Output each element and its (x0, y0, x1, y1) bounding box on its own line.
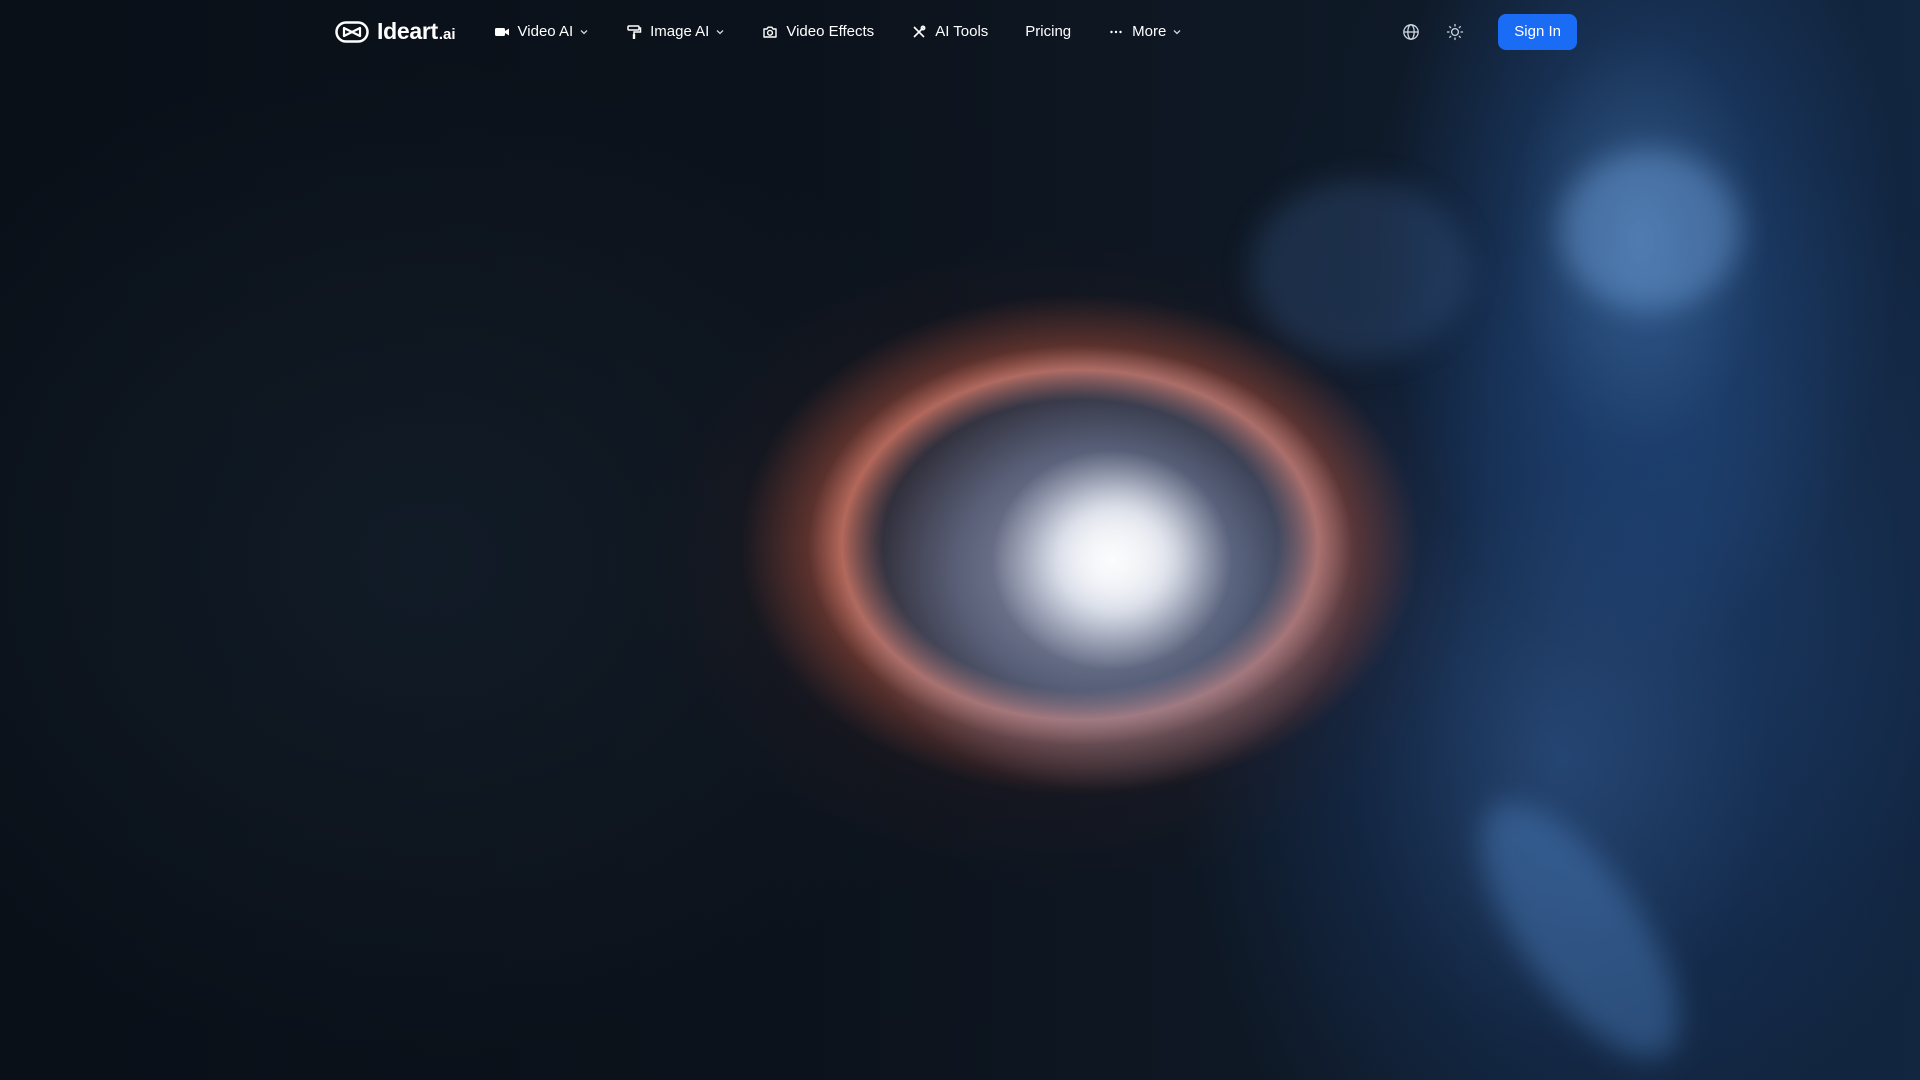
paint-roller-icon (626, 24, 642, 40)
nav-item-more[interactable]: More (1108, 23, 1182, 40)
ellipsis-icon (1108, 24, 1124, 40)
sun-icon[interactable] (1444, 21, 1466, 43)
nav-item-label: Video AI (517, 23, 574, 40)
hero-nebula-haze (1250, 180, 1470, 360)
sign-in-button[interactable]: Sign In (1498, 13, 1577, 50)
top-navbar: Ideart .ai Video AI Image AI Video Effec… (0, 0, 1920, 64)
logo-icon (335, 20, 369, 43)
chevron-down-icon (715, 27, 725, 37)
hero-explosion-core (1060, 500, 1180, 610)
page: Ideart .ai Video AI Image AI Video Effec… (0, 0, 1920, 1080)
hero-nebula-cloud (1560, 150, 1740, 310)
chevron-down-icon (579, 27, 589, 37)
nav-item-video-ai[interactable]: Video AI (494, 23, 590, 40)
nav-item-ai-tools[interactable]: AI Tools (911, 23, 988, 40)
camera-icon (762, 24, 778, 40)
primary-nav: Video AI Image AI Video Effects AI Tools… (494, 23, 1220, 40)
nav-item-label: Pricing (1025, 23, 1072, 40)
header-actions: Sign In (1400, 13, 1577, 50)
nav-item-video-effects[interactable]: Video Effects (762, 23, 874, 40)
nav-item-label: More (1132, 23, 1167, 40)
chevron-down-icon (1172, 27, 1182, 37)
tools-icon (911, 24, 927, 40)
nav-item-label: AI Tools (935, 23, 989, 40)
nav-item-image-ai[interactable]: Image AI (626, 23, 725, 40)
navbar-container: Ideart .ai Video AI Image AI Video Effec… (335, 13, 1577, 50)
globe-icon[interactable] (1400, 21, 1422, 43)
nav-item-label: Image AI (650, 23, 710, 40)
nav-item-label: Video Effects (786, 23, 875, 40)
nav-item-pricing[interactable]: Pricing (1025, 23, 1071, 40)
video-camera-icon (494, 24, 510, 40)
logo-text: Ideart (377, 18, 438, 44)
logo-link[interactable]: Ideart .ai (335, 18, 456, 45)
logo-suffix: .ai (438, 26, 456, 43)
